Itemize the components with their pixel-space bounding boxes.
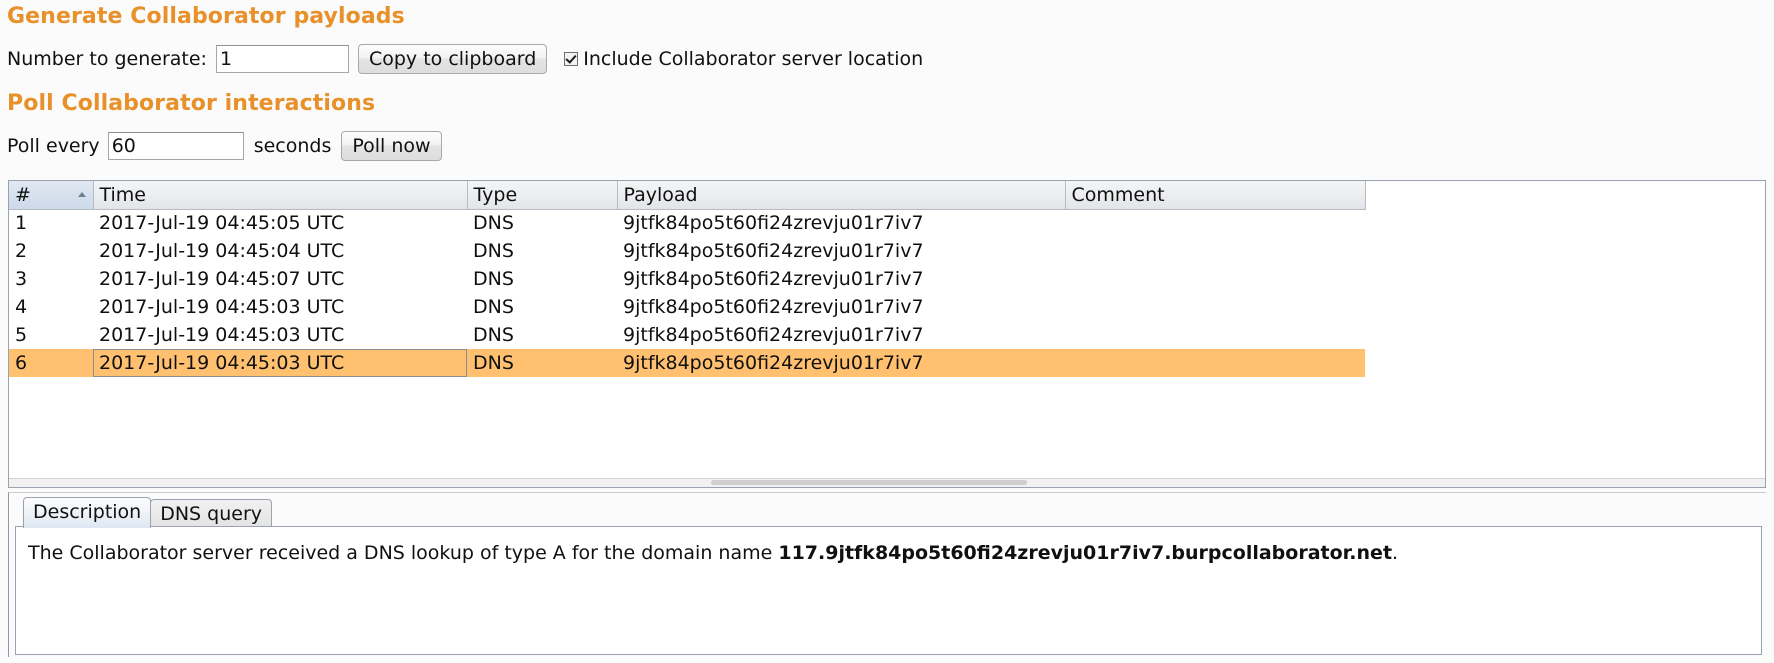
table-cell-payload[interactable]: 9jtfk84po5t60fi24zrevju01r7iv7 [617, 265, 1065, 293]
poll-now-button[interactable]: Poll now [341, 131, 442, 161]
table-header-row: # Time Type Payload Comment [9, 181, 1366, 210]
table-cell-time[interactable]: 2017-Jul-19 04:45:03 UTC [93, 349, 467, 377]
scrollbar-thumb[interactable] [711, 480, 1028, 485]
column-header-comment[interactable]: Comment [1065, 181, 1366, 210]
column-header-number-label: # [15, 183, 31, 206]
column-header-time-label: Time [99, 183, 147, 206]
copy-to-clipboard-button[interactable]: Copy to clipboard [357, 44, 548, 74]
details-tabstrip: Description DNS query [23, 496, 273, 528]
table-cell-number[interactable]: 5 [9, 321, 93, 349]
poll-interval-input[interactable] [107, 132, 244, 160]
poll-interactions-heading: Poll Collaborator interactions [7, 91, 376, 116]
table-cell-type[interactable]: DNS [467, 293, 617, 321]
table-cell-type[interactable]: DNS [467, 321, 617, 349]
include-server-location-checkbox-wrap[interactable]: Include Collaborator server location [564, 48, 923, 70]
seconds-label: seconds [253, 135, 332, 157]
description-box: The Collaborator server received a DNS l… [15, 526, 1762, 655]
column-header-type-label: Type [473, 183, 518, 206]
table-row[interactable]: 6 2017-Jul-19 04:45:03 UTC DNS 9jtfk84po5t6… [9, 349, 1365, 377]
number-to-generate-label: Number to generate: [7, 48, 207, 70]
table-cell-number[interactable]: 4 [9, 293, 93, 321]
interactions-table-body: 1 2017-Jul-19 04:45:05 UTC DNS 9jtfk84po5t6… [9, 209, 1365, 377]
sort-ascending-icon [77, 192, 86, 197]
table-cell-number[interactable]: 1 [9, 209, 93, 237]
table-cell-number[interactable]: 2 [9, 237, 93, 265]
column-header-time[interactable]: Time [93, 181, 468, 210]
table-cell-payload[interactable]: 9jtfk84po5t60fi24zrevju01r7iv7 [617, 209, 1065, 237]
description-text: The Collaborator server received a DNS l… [16, 527, 1761, 565]
interaction-details-panel: Description DNS query The Collaborator se… [8, 492, 1766, 657]
table-cell-comment[interactable] [1065, 237, 1365, 265]
table-cell-comment[interactable] [1065, 209, 1365, 237]
table-cell-comment[interactable] [1065, 349, 1365, 377]
table-cell-time[interactable]: 2017-Jul-19 04:45:05 UTC [93, 209, 467, 237]
poll-every-label: Poll every [7, 135, 100, 157]
number-to-generate-input[interactable] [215, 45, 349, 73]
table-cell-type[interactable]: DNS [467, 237, 617, 265]
checkbox-icon[interactable] [564, 52, 579, 66]
table-cell-comment[interactable] [1065, 321, 1365, 349]
table-cell-time[interactable]: 2017-Jul-19 04:45:07 UTC [93, 265, 467, 293]
horizontal-scrollbar[interactable] [9, 478, 1765, 487]
poll-controls-row: Poll every seconds Poll now [7, 131, 442, 161]
table-cell-type[interactable]: DNS [467, 265, 617, 293]
table-cell-payload[interactable]: 9jtfk84po5t60fi24zrevju01r7iv7 [617, 321, 1065, 349]
tab-dns-query[interactable]: DNS query [150, 499, 273, 528]
table-cell-number[interactable]: 6 [9, 349, 93, 377]
column-header-type[interactable]: Type [467, 181, 618, 210]
table-cell-type[interactable]: DNS [467, 209, 617, 237]
table-row[interactable]: 5 2017-Jul-19 04:45:03 UTC DNS 9jtfk84po5t6… [9, 321, 1365, 349]
table-row[interactable]: 3 2017-Jul-19 04:45:07 UTC DNS 9jtfk84po5t6… [9, 265, 1365, 293]
collaborator-panel: Generate Collaborator payloads Number to… [0, 0, 1774, 663]
table-cell-time[interactable]: 2017-Jul-19 04:45:03 UTC [93, 321, 467, 349]
table-row[interactable]: 2 2017-Jul-19 04:45:04 UTC DNS 9jtfk84po5t6… [9, 237, 1365, 265]
table-cell-payload[interactable]: 9jtfk84po5t60fi24zrevju01r7iv7 [617, 237, 1065, 265]
description-prefix: The Collaborator server received a DNS l… [28, 542, 779, 564]
interactions-table[interactable]: # Time Type Payload Comment 1 2017-Jul-1… [9, 181, 1366, 377]
table-cell-type[interactable]: DNS [467, 349, 617, 377]
description-domain: 117.9jtfk84po5t60fi24zrevju01r7iv7.burpc… [778, 542, 1393, 564]
description-suffix: . [1392, 542, 1399, 564]
table-cell-payload[interactable]: 9jtfk84po5t60fi24zrevju01r7iv7 [617, 349, 1065, 377]
column-header-comment-label: Comment [1071, 183, 1165, 206]
include-server-location-label: Include Collaborator server location [583, 48, 924, 70]
tab-description[interactable]: Description [23, 497, 152, 528]
table-cell-comment[interactable] [1065, 293, 1365, 321]
table-row[interactable]: 4 2017-Jul-19 04:45:03 UTC DNS 9jtfk84po5t6… [9, 293, 1365, 321]
table-cell-time[interactable]: 2017-Jul-19 04:45:04 UTC [93, 237, 467, 265]
column-header-payload-label: Payload [623, 183, 698, 206]
column-header-payload[interactable]: Payload [617, 181, 1066, 210]
generate-payloads-heading: Generate Collaborator payloads [7, 4, 405, 29]
table-row[interactable]: 1 2017-Jul-19 04:45:05 UTC DNS 9jtfk84po5t6… [9, 209, 1365, 237]
interactions-table-panel: # Time Type Payload Comment 1 2017-Jul-1… [8, 180, 1766, 488]
table-cell-number[interactable]: 3 [9, 265, 93, 293]
table-cell-time[interactable]: 2017-Jul-19 04:45:03 UTC [93, 293, 467, 321]
column-header-number[interactable]: # [9, 181, 94, 210]
generate-controls-row: Number to generate: Copy to clipboard In… [7, 44, 923, 74]
table-cell-payload[interactable]: 9jtfk84po5t60fi24zrevju01r7iv7 [617, 293, 1065, 321]
table-cell-comment[interactable] [1065, 265, 1365, 293]
